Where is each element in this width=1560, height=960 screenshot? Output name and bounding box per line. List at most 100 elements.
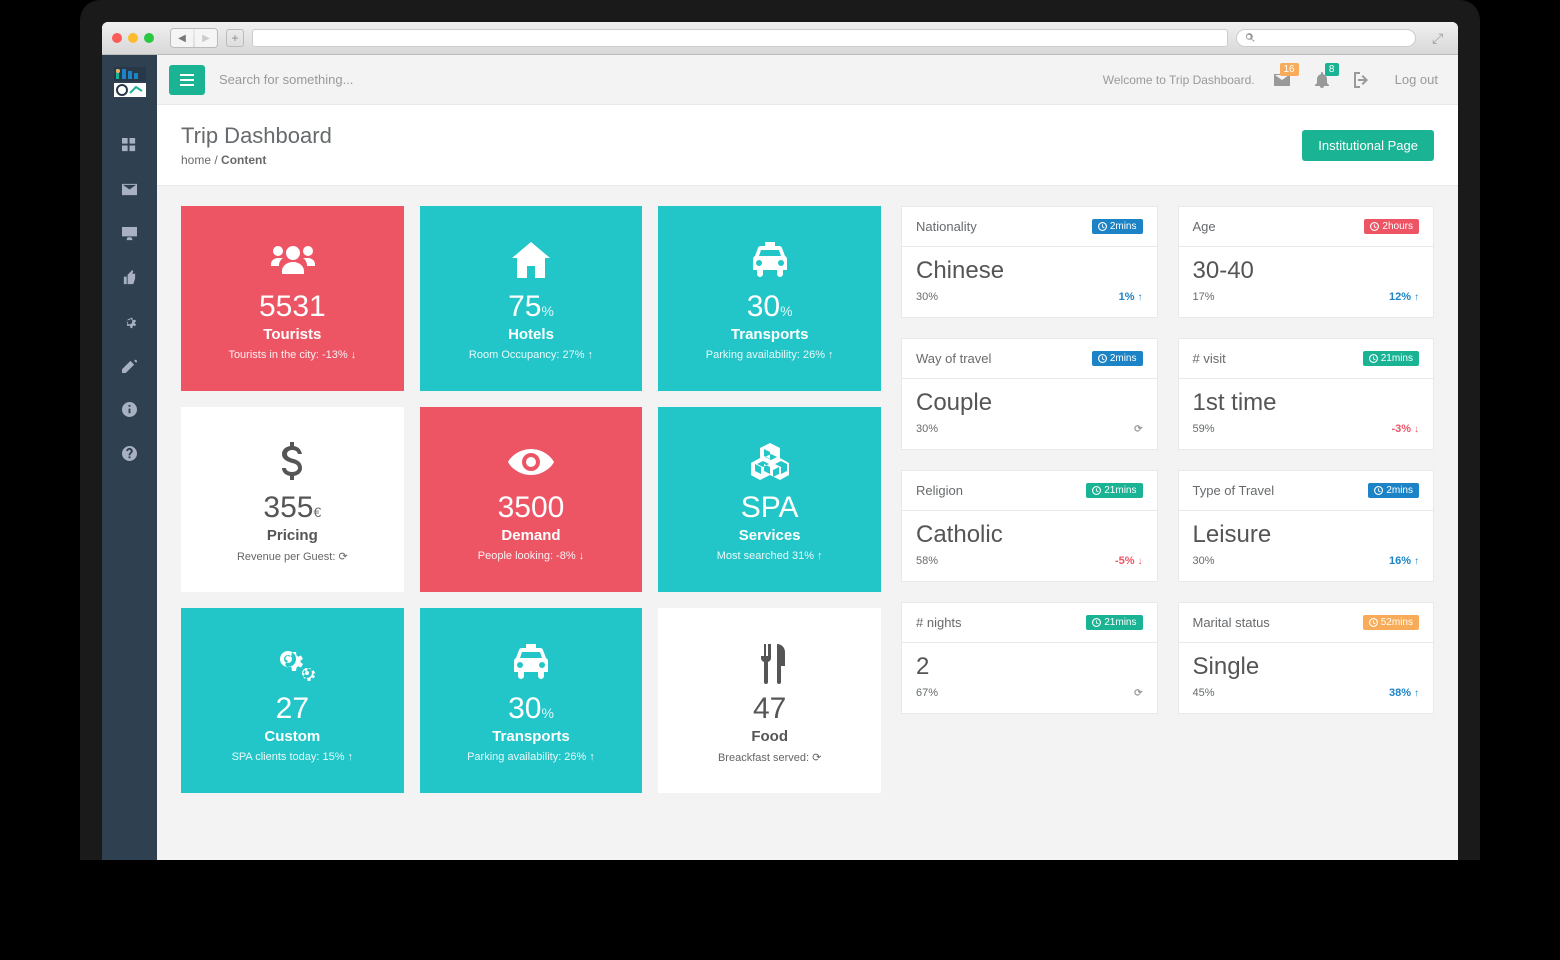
breadcrumb-home[interactable]: home (181, 153, 211, 167)
card-title: Marital status (1193, 615, 1270, 630)
card-age[interactable]: Age 2hours 30-40 17% 12% ↑ (1178, 206, 1435, 318)
fullscreen-icon[interactable]: ⤢ (1432, 30, 1448, 46)
tile-value: 75% (508, 292, 554, 322)
tile-label: Hotels (508, 326, 554, 343)
tile-value: 30% (747, 292, 793, 322)
app-logo[interactable] (110, 63, 150, 103)
sidebar (102, 55, 157, 860)
time-pill: 2mins (1092, 351, 1143, 366)
time-pill: 21mins (1086, 483, 1142, 498)
forward-button[interactable]: ▶ (195, 29, 217, 47)
back-button[interactable]: ◀ (171, 29, 193, 47)
topbar: Welcome to Trip Dashboard. 16 8 Log out (157, 55, 1458, 105)
signout-icon[interactable] (1349, 67, 1375, 93)
tile-pricing[interactable]: 355€ Pricing Revenue per Guest: ⟳ (181, 407, 404, 592)
time-pill: 2hours (1364, 219, 1419, 234)
card-title: Religion (916, 483, 963, 498)
sidebar-item-feedback[interactable] (102, 255, 157, 299)
taxi-icon (747, 236, 793, 286)
card-change: 1% ↑ (1119, 291, 1143, 303)
content: 5531 Tourists Tourists in the city: -13%… (157, 186, 1458, 860)
sidebar-item-settings[interactable] (102, 299, 157, 343)
breadcrumb: home / Content (181, 153, 332, 167)
card-value: Single (1193, 653, 1420, 681)
bell-icon[interactable]: 8 (1309, 67, 1335, 93)
mail-badge: 16 (1280, 63, 1299, 76)
card-pct: 30% (916, 423, 938, 435)
card-marital-status[interactable]: Marital status 52mins Single 45% 38% ↑ (1178, 602, 1435, 714)
card-way-of-travel[interactable]: Way of travel 2mins Couple 30% ⟳ (901, 338, 1158, 450)
tile-value: 30% (508, 694, 554, 724)
users-icon (269, 236, 315, 286)
tile-services[interactable]: SPA Services Most searched 31% ↑ (658, 407, 881, 592)
card-title: # nights (916, 615, 962, 630)
url-bar[interactable] (252, 29, 1228, 47)
card-value: 1st time (1193, 389, 1420, 417)
card-change: ⟳ (1134, 424, 1142, 435)
tile-value: SPA (741, 493, 799, 523)
card-nationality[interactable]: Nationality 2mins Chinese 30% 1% ↑ (901, 206, 1158, 318)
mail-icon[interactable]: 16 (1269, 67, 1295, 93)
sidebar-item-edit[interactable] (102, 343, 157, 387)
tile-label: Transports (731, 326, 809, 343)
institutional-page-button[interactable]: Institutional Page (1302, 130, 1434, 161)
card-type-of-travel[interactable]: Type of Travel 2mins Leisure 30% 16% ↑ (1178, 470, 1435, 582)
menu-toggle-button[interactable] (169, 65, 205, 95)
tile-transports[interactable]: 30% Transports Parking availability: 26%… (658, 206, 881, 391)
gears-icon (269, 638, 315, 688)
tile-demand[interactable]: 3500 Demand People looking: -8% ↓ (420, 407, 643, 592)
page-title: Trip Dashboard (181, 123, 332, 149)
card-change: 16% ↑ (1389, 555, 1419, 567)
tile-sub: Breackfast served: ⟳ (718, 751, 821, 764)
card-change: 38% ↑ (1389, 687, 1419, 699)
sidebar-item-mail[interactable] (102, 167, 157, 211)
tile-tourists[interactable]: 5531 Tourists Tourists in the city: -13%… (181, 206, 404, 391)
card-pct: 30% (1193, 555, 1215, 567)
tile-label: Custom (264, 728, 320, 745)
time-pill: 2mins (1368, 483, 1419, 498)
tile-sub: SPA clients today: 15% ↑ (232, 751, 353, 763)
card--visit[interactable]: # visit 21mins 1st time 59% -3% ↓ (1178, 338, 1435, 450)
card-value: Chinese (916, 257, 1143, 285)
taxi-icon (508, 638, 554, 688)
tile-hotels[interactable]: 75% Hotels Room Occupancy: 27% ↑ (420, 206, 643, 391)
bell-badge: 8 (1325, 63, 1339, 76)
card-religion[interactable]: Religion 21mins Catholic 58% -5% ↓ (901, 470, 1158, 582)
tile-value: 5531 (259, 292, 326, 322)
card-title: Type of Travel (1193, 483, 1275, 498)
time-pill: 2mins (1092, 219, 1143, 234)
tile-transports[interactable]: 30% Transports Parking availability: 26%… (420, 608, 643, 793)
sidebar-item-help[interactable] (102, 431, 157, 475)
card-title: Nationality (916, 219, 977, 234)
card-pct: 59% (1193, 423, 1215, 435)
card-change: -5% ↓ (1115, 555, 1143, 567)
browser-search[interactable] (1236, 29, 1416, 47)
card--nights[interactable]: # nights 21mins 2 67% ⟳ (901, 602, 1158, 714)
card-title: Way of travel (916, 351, 991, 366)
window-minimize-icon[interactable] (128, 33, 138, 43)
card-change: ⟳ (1134, 688, 1142, 699)
tile-food[interactable]: 47 Food Breackfast served: ⟳ (658, 608, 881, 793)
time-pill: 21mins (1086, 615, 1142, 630)
window-close-icon[interactable] (112, 33, 122, 43)
tile-sub: Parking availability: 26% ↑ (467, 751, 595, 763)
card-value: 30-40 (1193, 257, 1420, 285)
sidebar-item-monitor[interactable] (102, 211, 157, 255)
page-header: Trip Dashboard home / Content Institutio… (157, 105, 1458, 186)
tile-label: Demand (501, 527, 560, 544)
search-input[interactable] (219, 72, 1089, 87)
tile-custom[interactable]: 27 Custom SPA clients today: 15% ↑ (181, 608, 404, 793)
sidebar-item-dashboard[interactable] (102, 123, 157, 167)
tile-label: Tourists (263, 326, 321, 343)
new-tab-button[interactable]: + (226, 29, 244, 47)
home-icon (508, 236, 554, 286)
logout-link[interactable]: Log out (1395, 72, 1438, 87)
window-maximize-icon[interactable] (144, 33, 154, 43)
card-change: -3% ↓ (1391, 423, 1419, 435)
card-pct: 30% (916, 291, 938, 303)
card-value: Couple (916, 389, 1143, 417)
sidebar-item-info[interactable] (102, 387, 157, 431)
card-title: # visit (1193, 351, 1226, 366)
card-pct: 67% (916, 687, 938, 699)
tile-sub: Most searched 31% ↑ (717, 550, 823, 562)
